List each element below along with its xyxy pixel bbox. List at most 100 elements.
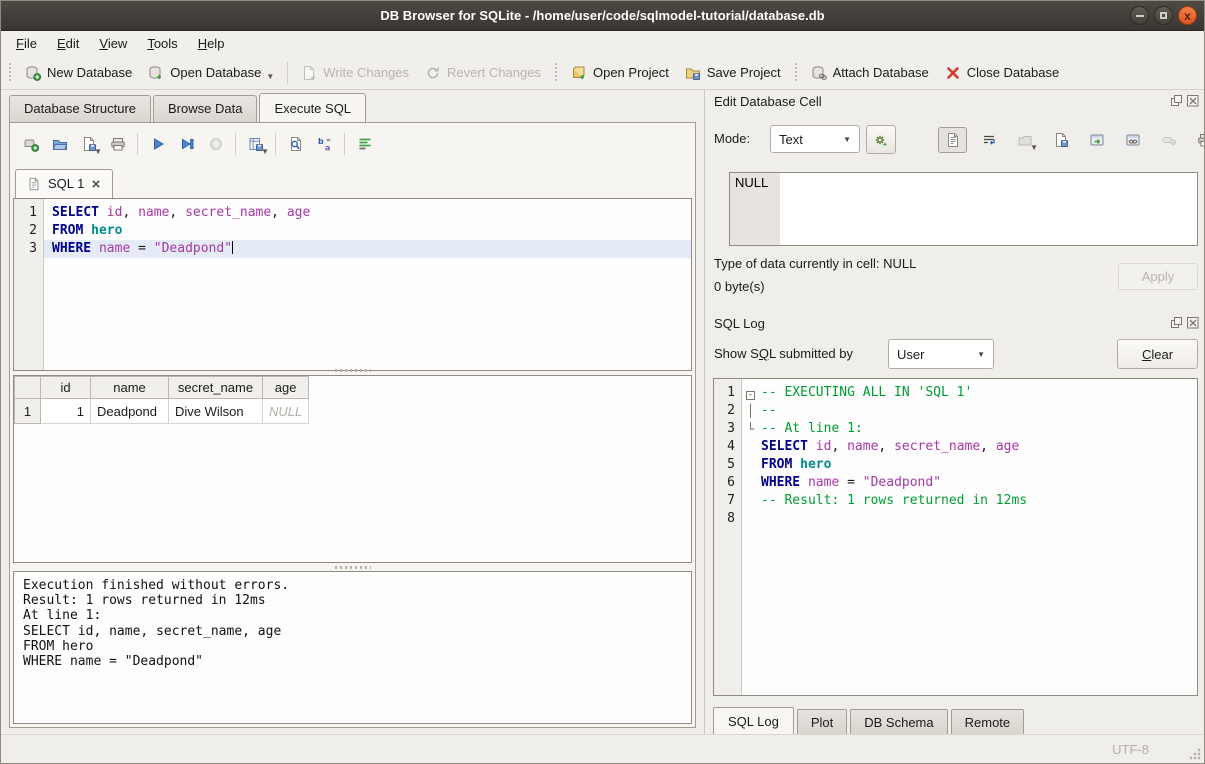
- table-cell[interactable]: Dive Wilson: [169, 399, 263, 424]
- menu-file[interactable]: File: [6, 33, 47, 54]
- execute-all-button[interactable]: [143, 131, 172, 157]
- export-results-button[interactable]: ▼: [241, 131, 270, 157]
- table-cell[interactable]: NULL: [263, 399, 309, 424]
- log-line: -- Result: 1 rows returned in 12ms: [759, 492, 1197, 510]
- execute-sql-panel: ▼ ▼ ba SQL 1 123 SELECT id, name, secret_n…: [9, 122, 696, 728]
- import-data-button[interactable]: ▼: [1010, 127, 1039, 153]
- copy-data-button[interactable]: [1118, 127, 1147, 153]
- close-db-icon: [945, 65, 961, 81]
- open-file-icon: [52, 136, 68, 152]
- column-header-name[interactable]: name: [91, 377, 169, 399]
- tab-execute-sql[interactable]: Execute SQL: [259, 93, 366, 122]
- float-panel-icon[interactable]: [1170, 94, 1183, 107]
- cell-value-editor[interactable]: NULL: [729, 172, 1198, 246]
- text-mode-button[interactable]: [938, 127, 967, 153]
- stop-execution-button[interactable]: [201, 131, 230, 157]
- code-line: SELECT id, name, secret_name, age: [44, 204, 691, 222]
- word-wrap-button[interactable]: [974, 127, 1003, 153]
- column-header-age[interactable]: age: [263, 377, 309, 399]
- text-caret: [232, 241, 233, 254]
- tab-browse-data[interactable]: Browse Data: [153, 95, 257, 122]
- new-database-button[interactable]: New Database: [17, 61, 140, 85]
- execute-current-line-button[interactable]: [172, 131, 201, 157]
- dock-tab-db-schema[interactable]: DB Schema: [850, 709, 947, 736]
- close-panel-icon[interactable]: [1186, 316, 1199, 329]
- open-project-button[interactable]: Open Project: [563, 61, 677, 85]
- sql-editor-gutter: 123: [14, 199, 44, 370]
- toolbar-handle: [793, 63, 799, 83]
- fold-line: [742, 438, 759, 456]
- menu-tools[interactable]: Tools: [137, 33, 187, 54]
- db-open-icon: [148, 65, 164, 81]
- toolbar-separator: [275, 133, 276, 155]
- open-in-external-button[interactable]: [1082, 127, 1111, 153]
- corner-header[interactable]: [15, 377, 41, 399]
- print-sql-button[interactable]: [103, 131, 132, 157]
- sql-tab[interactable]: SQL 1: [15, 169, 113, 198]
- sql-editor[interactable]: 123 SELECT id, name, secret_name, ageFRO…: [13, 198, 692, 371]
- write-changes-button[interactable]: Write Changes: [293, 61, 417, 85]
- replace-button[interactable]: ba: [310, 131, 339, 157]
- table-cell[interactable]: Deadpond: [91, 399, 169, 424]
- open-project-icon: [571, 65, 587, 81]
- line-number: 7: [714, 492, 735, 510]
- sql-log-foldcolumn[interactable]: -│└: [742, 379, 759, 695]
- print-cell-button[interactable]: [1190, 127, 1205, 153]
- format-sql-button[interactable]: [350, 131, 379, 157]
- fold-marker[interactable]: -: [742, 384, 759, 402]
- minimize-button[interactable]: [1130, 6, 1149, 25]
- set-null-button[interactable]: [1154, 127, 1183, 153]
- close-button[interactable]: x: [1178, 6, 1197, 25]
- sql-editor-code[interactable]: SELECT id, name, secret_name, ageFROM he…: [44, 199, 691, 370]
- close-icon: x: [1184, 10, 1191, 22]
- menu-view[interactable]: View: [89, 33, 137, 54]
- close-database-button[interactable]: Close Database: [937, 61, 1068, 85]
- message-line: SELECT id, name, secret_name, age: [23, 624, 682, 639]
- chevron-down-icon: ▼: [843, 135, 851, 144]
- mode-select[interactable]: Text ▼: [770, 125, 860, 153]
- apply-button[interactable]: Apply: [1118, 263, 1198, 290]
- clear-log-button[interactable]: Clear: [1117, 339, 1198, 369]
- toolbar-separator: [344, 133, 345, 155]
- row-header[interactable]: 1: [15, 399, 41, 424]
- cell-type-text: Type of data currently in cell: NULL: [714, 256, 916, 271]
- close-panel-icon[interactable]: [1186, 94, 1199, 107]
- main-area: Database StructureBrowse DataExecute SQL…: [1, 90, 1204, 734]
- tab-database-structure[interactable]: Database Structure: [9, 95, 151, 122]
- export-data-button[interactable]: [1046, 127, 1075, 153]
- float-panel-icon[interactable]: [1170, 316, 1183, 329]
- dock-tab-remote[interactable]: Remote: [951, 709, 1025, 736]
- menubar: FileEditViewToolsHelp: [1, 31, 1204, 56]
- execution-message: Execution finished without errors.Result…: [13, 571, 692, 724]
- find-button[interactable]: [281, 131, 310, 157]
- attach-database-button[interactable]: Attach Database: [803, 61, 937, 85]
- auto-apply-button[interactable]: [866, 125, 896, 154]
- export-save-icon: [1053, 132, 1069, 148]
- window-controls: x: [1130, 6, 1197, 25]
- open-sql-file-button[interactable]: [45, 131, 74, 157]
- sql-editor-toolbar: ▼ ▼ ba: [16, 129, 379, 159]
- find-icon: [288, 136, 304, 152]
- sql-log-filter-select[interactable]: User ▼: [888, 339, 994, 369]
- line-number: 1: [14, 204, 37, 222]
- table-cell[interactable]: 1: [41, 399, 91, 424]
- editor-results-splitter[interactable]: [10, 367, 695, 373]
- sql-log-view[interactable]: 12345678 -│└ -- EXECUTING ALL IN 'SQL 1'…: [713, 378, 1198, 696]
- dock-tab-plot[interactable]: Plot: [797, 709, 847, 736]
- save-project-button[interactable]: Save Project: [677, 61, 789, 85]
- dock-tab-sql-log[interactable]: SQL Log: [713, 707, 794, 736]
- close-tab-icon[interactable]: [91, 179, 101, 189]
- save-sql-file-button[interactable]: ▼: [74, 131, 103, 157]
- results-message-splitter[interactable]: [10, 564, 695, 570]
- line-number: 2: [714, 402, 735, 420]
- open-sql-tab-button[interactable]: [16, 131, 45, 157]
- revert-changes-button[interactable]: Revert Changes: [417, 61, 549, 85]
- resize-grip[interactable]: [1189, 748, 1201, 760]
- column-header-id[interactable]: id: [41, 377, 91, 399]
- column-header-secret-name[interactable]: secret_name: [169, 377, 263, 399]
- menu-help[interactable]: Help: [188, 33, 235, 54]
- menu-edit[interactable]: Edit: [47, 33, 89, 54]
- open-database-button[interactable]: Open Database▼: [140, 61, 282, 85]
- maximize-button[interactable]: [1154, 6, 1173, 25]
- edit-cell-dock-icons: [1170, 94, 1199, 107]
